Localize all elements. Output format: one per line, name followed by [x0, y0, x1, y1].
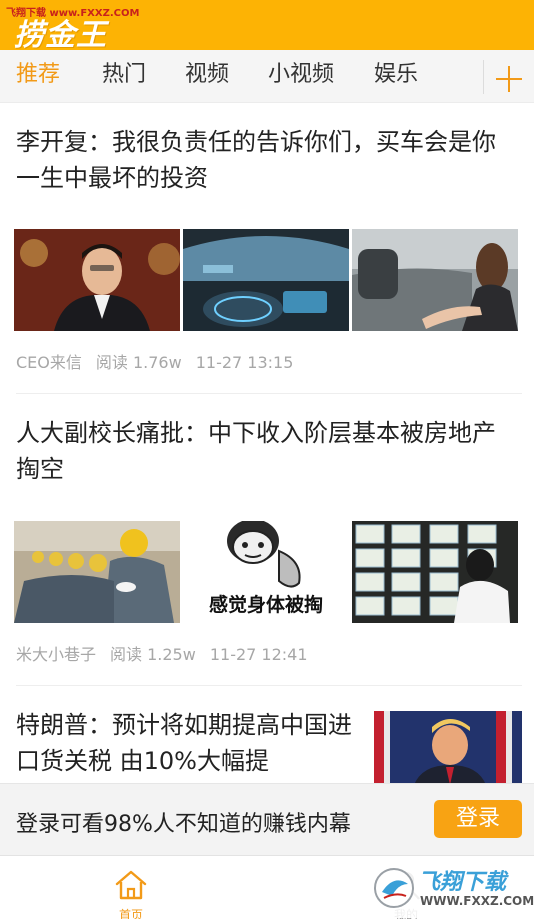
nav-home[interactable]: 首页 — [91, 862, 171, 919]
login-button[interactable]: 登录 — [434, 800, 522, 838]
article-meta: 米大小巷子 阅读 1.25w 11-27 12:41 — [16, 645, 322, 665]
image-caption: 感觉身体被掏 — [208, 594, 323, 616]
car-interior-image — [183, 229, 349, 331]
channel-tabs: 推荐 热门 视频 小视频 娱乐 — [0, 50, 534, 103]
app-logo: 捞金王 — [14, 18, 107, 50]
tab-entertainment[interactable]: 娱乐 — [374, 62, 418, 88]
login-prompt-text: 登录可看98%人不知道的赚钱内幕 — [16, 812, 351, 837]
login-prompt-banner: 登录可看98%人不知道的赚钱内幕 登录 — [0, 783, 534, 856]
tab-video[interactable]: 视频 — [185, 62, 229, 88]
app-screen: 飞翔下载 www.FXXZ.COM 捞金王 推荐 热门 视频 小视频 娱乐 李开… — [0, 0, 534, 919]
workers-eating-image — [14, 521, 180, 623]
article-source: 米大小巷子 — [16, 645, 97, 664]
thumbnail-image — [352, 229, 518, 331]
car-seat-image — [352, 229, 518, 331]
home-icon — [115, 870, 147, 900]
thumbnail-image — [14, 229, 180, 331]
watermark-logo-icon — [374, 868, 414, 908]
article-card[interactable]: 人大副校长痛批：中下收入阶层基本被房地产掏空 感觉身体被掏 米大小巷子 阅读 1… — [0, 394, 534, 685]
tab-short-video[interactable]: 小视频 — [268, 62, 334, 88]
article-reads: 阅读 1.76w — [95, 353, 182, 372]
article-thumbnails — [14, 229, 518, 331]
property-listings-image — [352, 521, 518, 623]
article-title[interactable]: 人大副校长痛批：中下收入阶层基本被房地产掏空 — [16, 415, 516, 487]
thumbnail-image — [183, 229, 349, 331]
tab-hot[interactable]: 热门 — [102, 62, 146, 88]
thumbnail-image — [14, 521, 180, 623]
thumbnail-image: 感觉身体被掏 — [183, 521, 349, 623]
nav-home-label: 首页 — [118, 908, 143, 919]
article-source: CEO来信 — [16, 353, 82, 372]
tabs-divider — [483, 60, 484, 94]
article-thumbnails: 感觉身体被掏 — [14, 521, 518, 623]
watermark-url: WWW.FXXZ.COM — [420, 894, 534, 908]
article-title[interactable]: 特朗普：预计将如期提高中国进口货关税 由10%大幅提 — [16, 707, 360, 779]
article-reads: 阅读 1.25w — [110, 645, 196, 664]
portrait-image — [14, 229, 180, 331]
plus-icon[interactable] — [496, 66, 522, 92]
thumbnail-image — [374, 711, 522, 785]
download-site-watermark: 飞翔下载 WWW.FXXZ.COM — [370, 860, 534, 918]
thumbnail-image — [352, 521, 518, 623]
politician-image — [374, 711, 522, 785]
article-card[interactable]: 特朗普：预计将如期提高中国进口货关税 由10%大幅提 — [0, 686, 534, 785]
article-title[interactable]: 李开复：我很负责任的告诉你们，买车会是你一生中最坏的投资 — [16, 124, 516, 196]
article-meta: CEO来信 阅读 1.76w 11-27 13:15 — [16, 353, 307, 373]
top-brand-bar: 飞翔下载 www.FXXZ.COM 捞金王 — [0, 0, 534, 50]
article-card[interactable]: 李开复：我很负责任的告诉你们，买车会是你一生中最坏的投资 CEO来信 阅读 1.… — [0, 103, 534, 393]
watermark-title: 飞翔下载 — [418, 870, 507, 895]
article-time: 11-27 13:15 — [195, 353, 294, 372]
article-time: 11-27 12:41 — [209, 645, 308, 664]
tab-recommend[interactable]: 推荐 — [16, 62, 60, 88]
